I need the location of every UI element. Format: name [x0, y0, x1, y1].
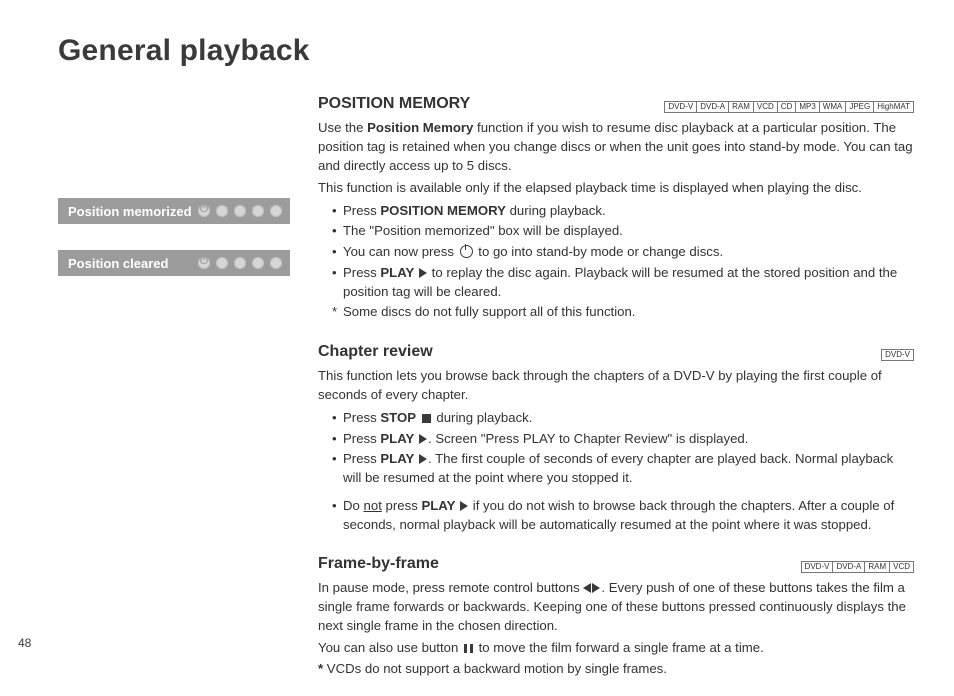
section-title: POSITION MEMORY	[318, 92, 470, 115]
badge: CD	[777, 101, 797, 113]
badge: WMA	[819, 101, 847, 113]
dot-icon	[270, 257, 282, 269]
body-text: This function lets you browse back throu…	[318, 366, 914, 404]
play-icon	[460, 501, 468, 511]
body-text: Use the Position Memory function if you …	[318, 118, 914, 175]
list-item: You can now press to go into stand-by mo…	[332, 242, 914, 261]
body-text: This function is available only if the e…	[318, 178, 914, 197]
list-item: Do not press PLAY if you do not wish to …	[332, 496, 914, 534]
dot-icon	[234, 205, 246, 217]
pause-icon	[464, 644, 473, 653]
section-header: Frame-by-frame DVD-V DVD-A RAM VCD	[318, 552, 914, 575]
play-icon	[419, 434, 427, 444]
dot-icon	[216, 205, 228, 217]
badge: DVD-A	[832, 561, 865, 573]
badge: DVD-A	[696, 101, 729, 113]
section-frame-by-frame: Frame-by-frame DVD-V DVD-A RAM VCD In pa…	[318, 552, 914, 678]
status-position-memorized: Position memorized	[58, 198, 290, 224]
section-title: Chapter review	[318, 340, 433, 363]
format-badges: DVD-V DVD-A RAM VCD CD MP3 WMA JPEG High…	[664, 101, 914, 113]
page-number: 48	[18, 636, 31, 650]
badge: HighMAT	[873, 101, 914, 113]
format-badges: DVD-V DVD-A RAM VCD	[801, 561, 914, 573]
status-dots	[198, 257, 282, 269]
stop-icon	[422, 414, 431, 423]
play-icon	[419, 268, 427, 278]
list-item: Press PLAY . Screen "Press PLAY to Chapt…	[332, 429, 914, 448]
badge: VCD	[889, 561, 914, 573]
badge: DVD-V	[881, 349, 914, 361]
status-position-cleared: Position cleared	[58, 250, 290, 276]
dot-icon	[270, 205, 282, 217]
bullet-list: Press POSITION MEMORY during playback. T…	[318, 201, 914, 322]
list-item: Press POSITION MEMORY during playback.	[332, 201, 914, 220]
dot-icon	[252, 257, 264, 269]
body-text: * VCDs do not support a backward motion …	[318, 659, 914, 678]
play-icon	[419, 454, 427, 464]
page-title: General playback	[58, 34, 914, 68]
badge: VCD	[753, 101, 778, 113]
badge: MP3	[795, 101, 819, 113]
sidebar: Position memorized Position cleared	[58, 92, 290, 696]
list-item-note: Some discs do not fully support all of t…	[332, 302, 914, 321]
badge: DVD-V	[801, 561, 834, 573]
main-content: POSITION MEMORY DVD-V DVD-A RAM VCD CD M…	[318, 92, 914, 696]
list-item: Press PLAY . The first couple of seconds…	[332, 449, 914, 487]
power-dot-icon	[198, 205, 210, 217]
dot-icon	[234, 257, 246, 269]
section-position-memory: POSITION MEMORY DVD-V DVD-A RAM VCD CD M…	[318, 92, 914, 322]
manual-page: General playback Position memorized Posi…	[0, 0, 954, 676]
list-item: Press STOP during playback.	[332, 408, 914, 427]
format-badges: DVD-V	[881, 349, 914, 361]
section-chapter-review: Chapter review DVD-V This function lets …	[318, 340, 914, 534]
list-item: The "Position memorized" box will be dis…	[332, 221, 914, 240]
section-title: Frame-by-frame	[318, 552, 439, 575]
dot-icon	[216, 257, 228, 269]
bullet-list: Press STOP during playback. Press PLAY .…	[318, 408, 914, 534]
status-dots	[198, 205, 282, 217]
body-text: You can also use button to move the film…	[318, 638, 914, 657]
badge: DVD-V	[664, 101, 697, 113]
left-arrow-icon	[583, 583, 591, 593]
section-header: POSITION MEMORY DVD-V DVD-A RAM VCD CD M…	[318, 92, 914, 115]
list-item: Press PLAY to replay the disc again. Pla…	[332, 263, 914, 301]
dot-icon	[252, 205, 264, 217]
body-text: In pause mode, press remote control butt…	[318, 578, 914, 635]
power-dot-icon	[198, 257, 210, 269]
power-icon	[460, 245, 473, 258]
right-arrow-icon	[592, 583, 600, 593]
badge: JPEG	[845, 101, 874, 113]
badge: RAM	[728, 101, 754, 113]
status-label: Position memorized	[68, 204, 192, 219]
badge: RAM	[864, 561, 890, 573]
status-label: Position cleared	[68, 256, 168, 271]
content-columns: Position memorized Position cleared	[58, 92, 914, 696]
section-header: Chapter review DVD-V	[318, 340, 914, 363]
